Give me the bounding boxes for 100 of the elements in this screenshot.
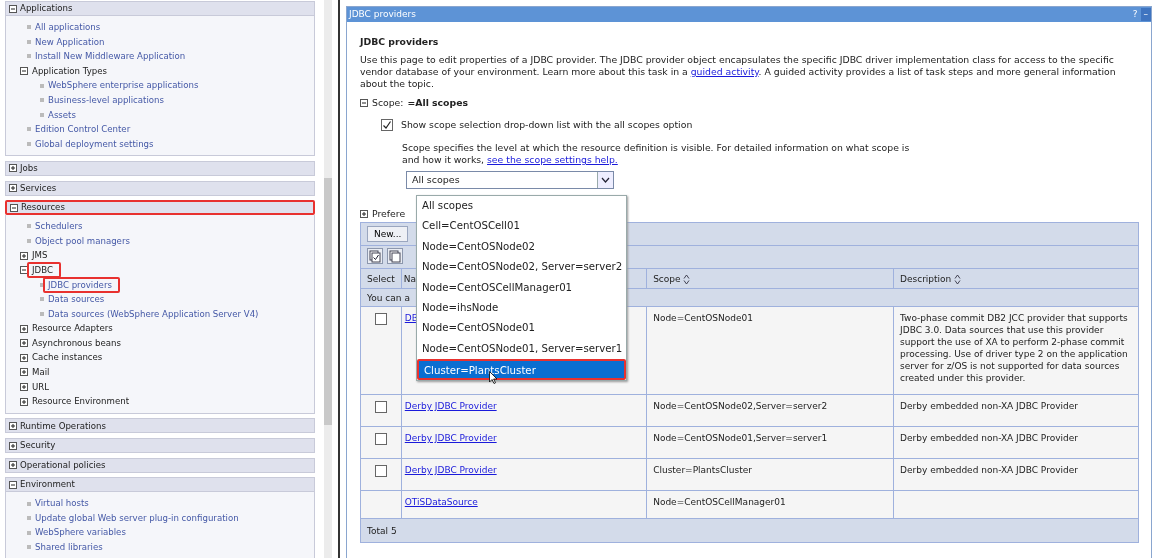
nav-link[interactable]: New Application <box>35 34 105 50</box>
section-header[interactable]: Operational policies <box>5 457 316 473</box>
collapse-icon[interactable] <box>20 67 28 76</box>
provider-link[interactable]: Derby JDBC Provider <box>404 433 497 443</box>
expand-icon[interactable] <box>20 382 28 391</box>
nav-link[interactable]: Object pool managers <box>35 233 130 249</box>
scrollbar-thumb[interactable] <box>324 178 332 425</box>
nav-group[interactable]: Resource Environment <box>32 394 129 409</box>
nav-link[interactable]: WebSphere variables <box>35 525 126 540</box>
nav-group[interactable]: JMS <box>32 248 48 263</box>
section-header[interactable]: Security <box>5 438 316 454</box>
bullet-icon <box>27 501 31 506</box>
bullet-icon <box>27 224 31 229</box>
nav-link[interactable]: WebSphere enterprise applications <box>48 78 199 93</box>
nav-link[interactable]: Update global Web server plug-in configuration <box>35 510 239 526</box>
nav-group[interactable]: Asynchronous beans <box>32 335 121 351</box>
section-header[interactable]: Jobs <box>5 160 316 176</box>
nav-link[interactable]: Schedulers <box>35 219 83 234</box>
minimize-button[interactable]: – <box>1140 8 1151 21</box>
nav-link[interactable]: Virtual hosts <box>35 496 89 511</box>
expand-icon[interactable] <box>9 441 17 450</box>
bullet-icon <box>27 127 31 132</box>
expand-icon[interactable] <box>20 353 28 362</box>
nav-group[interactable]: JDBC <box>27 262 61 279</box>
page-heading: JDBC providers <box>360 36 440 48</box>
deselect-all-icon[interactable] <box>387 247 403 264</box>
bullet-icon <box>27 516 31 521</box>
bullet-icon <box>40 282 44 287</box>
expand-icon[interactable] <box>20 339 28 348</box>
nav-link[interactable]: Data sources <box>48 292 105 307</box>
row-checkbox[interactable] <box>374 465 387 477</box>
expand-icon[interactable] <box>20 397 28 406</box>
section-header[interactable]: Applications <box>5 1 316 16</box>
expand-icon[interactable] <box>9 164 17 173</box>
bullet-icon <box>40 98 44 103</box>
dropdown-option[interactable]: Cell=CentOSCell01 <box>417 216 626 237</box>
section-header[interactable]: Resources <box>5 200 316 216</box>
select-all-icon[interactable] <box>367 247 383 264</box>
guided-activity-link[interactable]: guided activity <box>690 66 759 77</box>
checkbox[interactable] <box>381 119 393 131</box>
nav-link[interactable]: Global deployment settings <box>35 136 154 152</box>
dropdown-option[interactable]: Node=CentOSNode01, Server=server1 <box>417 338 626 360</box>
nav-group[interactable]: Mail <box>32 365 50 380</box>
nav-link[interactable]: JDBC providers <box>43 276 120 293</box>
nav-group[interactable]: Application Types <box>32 63 107 79</box>
row-checkbox[interactable] <box>374 313 387 325</box>
preferences-label[interactable]: Prefere <box>372 208 406 220</box>
dropdown-option[interactable]: Node=CentOSNode02 <box>417 236 626 258</box>
provider-link[interactable]: OTiSDataSource <box>404 497 478 507</box>
bullet-icon <box>40 312 44 316</box>
new-button[interactable]: New... <box>367 226 409 242</box>
section-header[interactable]: Environment <box>5 477 316 493</box>
nav-link[interactable]: Assets <box>48 107 76 123</box>
nav-group[interactable]: Resource Adapters <box>32 321 113 336</box>
nav-link[interactable]: Shared libraries <box>35 540 103 555</box>
nav-link[interactable]: Business-level applications <box>48 92 165 108</box>
provider-link[interactable]: Derby JDBC Provider <box>404 465 497 475</box>
dropdown-option[interactable]: Node=CentOSNode01 <box>417 318 626 339</box>
collapse-icon[interactable] <box>360 99 368 107</box>
nav-group[interactable]: Cache instances <box>32 350 103 366</box>
scope-cell: Cluster=PlantsCluster <box>653 465 752 475</box>
bullet-icon <box>40 112 44 117</box>
provider-link[interactable]: Derby JDBC Provider <box>404 401 497 411</box>
dropdown-option[interactable]: All scopes <box>417 196 626 217</box>
scope-value: =All scopes <box>407 97 468 109</box>
expand-icon[interactable] <box>9 461 17 470</box>
collapse-icon[interactable] <box>10 203 18 212</box>
collapse-icon[interactable] <box>20 266 28 275</box>
expand-icon[interactable] <box>20 324 28 333</box>
row-checkbox[interactable] <box>374 433 387 445</box>
sort-icon[interactable] <box>954 273 962 285</box>
expand-icon[interactable] <box>360 210 368 218</box>
nav-link[interactable]: Install New Middleware Application <box>35 49 186 64</box>
chevron-down-icon <box>601 177 610 183</box>
expand-icon[interactable] <box>20 368 28 377</box>
nav-link[interactable]: Data sources (WebSphere Application Server V4) <box>48 306 259 322</box>
description-cell: Derby embedded non-XA JDBC Provider <box>900 401 1078 411</box>
bullet-icon <box>27 142 31 147</box>
expand-icon[interactable] <box>20 251 28 260</box>
scope-cell: Node=CentOSCellManager01 <box>653 497 786 507</box>
bullet-icon <box>27 239 31 243</box>
section-header[interactable]: Runtime Operations <box>5 418 316 434</box>
expand-icon[interactable] <box>9 184 17 193</box>
scope-help-link[interactable]: see the scope settings help. <box>487 154 618 165</box>
panel-title: JDBC providers <box>349 7 417 21</box>
section-header[interactable]: Services <box>5 180 316 196</box>
scope-help-text: Scope specifies the level at which the resource definition is visible. For detailed information on what scope is and how it works, see the scope settings help. <box>402 142 911 166</box>
nav-group[interactable]: URL <box>32 379 50 395</box>
scope-select[interactable]: All scopes <box>406 171 614 189</box>
collapse-icon[interactable] <box>9 480 17 489</box>
sort-icon[interactable] <box>683 273 691 285</box>
expand-icon[interactable] <box>9 421 17 430</box>
nav-link[interactable]: Edition Control Center <box>35 122 131 137</box>
bullet-icon <box>27 545 31 550</box>
row-checkbox[interactable] <box>374 401 387 413</box>
scope-cell: Node=CentOSNode02,Server=server2 <box>653 401 828 411</box>
nav-link[interactable]: All applications <box>35 20 101 35</box>
collapse-icon[interactable] <box>9 4 17 13</box>
bullet-icon <box>27 39 31 44</box>
scope-label: Scope: <box>372 97 404 109</box>
